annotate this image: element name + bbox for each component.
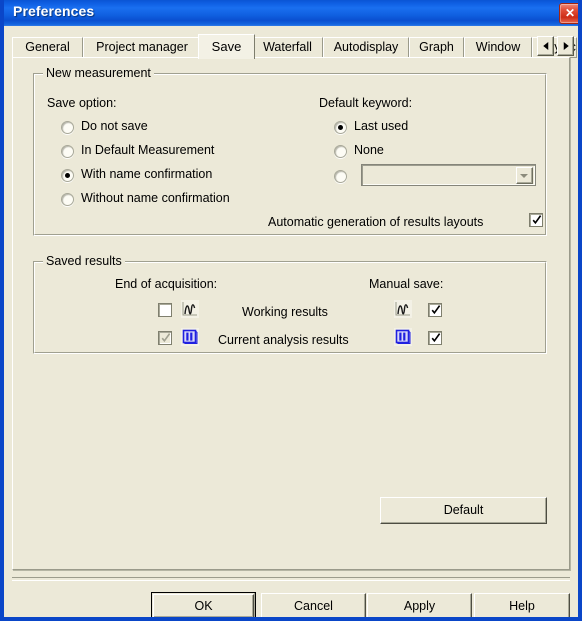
tab-autodisplay[interactable]: Autodisplay bbox=[323, 37, 409, 58]
group-saved-results-title: Saved results bbox=[43, 254, 125, 268]
keyword-combobox-dropdown-button[interactable] bbox=[516, 167, 533, 184]
auto-layouts-label: Automatic generation of results layouts bbox=[268, 215, 484, 229]
tab-waterfall[interactable]: Waterfall bbox=[252, 37, 323, 58]
tab-general[interactable]: General bbox=[12, 37, 83, 58]
tab-graph[interactable]: Graph bbox=[409, 37, 464, 58]
close-icon: ✕ bbox=[564, 6, 576, 20]
close-button[interactable]: ✕ bbox=[559, 3, 578, 24]
chevron-down-icon bbox=[520, 174, 528, 178]
radio-indicator bbox=[61, 193, 74, 206]
radio-indicator bbox=[61, 121, 74, 134]
check-icon bbox=[532, 213, 542, 227]
working-results-end-checkbox[interactable] bbox=[158, 303, 172, 317]
tab-scroll-right-button[interactable] bbox=[557, 36, 574, 56]
default-button-label: Default bbox=[443, 503, 484, 517]
group-saved-results: Saved results End of acquisition: Manual… bbox=[33, 254, 547, 354]
radio-indicator bbox=[61, 145, 74, 158]
check-icon bbox=[431, 331, 441, 345]
tab-save[interactable]: Save bbox=[198, 34, 255, 59]
radio-label: None bbox=[354, 143, 384, 157]
radio-label: In Default Measurement bbox=[81, 143, 215, 157]
ok-button[interactable]: OK bbox=[151, 592, 256, 617]
check-icon bbox=[161, 331, 171, 345]
cancel-button[interactable]: Cancel bbox=[261, 593, 366, 617]
check-icon bbox=[431, 303, 441, 317]
auto-layouts-checkbox[interactable] bbox=[529, 213, 543, 227]
analysis-results-icon bbox=[181, 328, 199, 346]
analysis-results-manual-checkbox[interactable] bbox=[428, 331, 442, 345]
tab-page-save: New measurement Save option: Do not save… bbox=[12, 57, 570, 570]
working-results-label: Working results bbox=[242, 305, 328, 319]
default-button[interactable]: Default bbox=[380, 497, 547, 524]
analysis-results-label: Current analysis results bbox=[218, 333, 349, 347]
working-results-icon bbox=[181, 300, 199, 318]
apply-button-label: Apply bbox=[403, 599, 436, 613]
radio-label: Last used bbox=[354, 119, 409, 133]
group-new-measurement-title: New measurement bbox=[43, 66, 154, 80]
radio-label: Without name confirmation bbox=[81, 191, 230, 205]
tab-window[interactable]: Window bbox=[464, 37, 532, 58]
group-new-measurement: New measurement Save option: Do not save… bbox=[33, 66, 547, 236]
help-button[interactable]: Help bbox=[474, 593, 570, 617]
window-title: Preferences bbox=[13, 3, 95, 19]
ok-button-label: OK bbox=[194, 599, 213, 613]
tab-project-manager[interactable]: Project manager bbox=[83, 37, 201, 58]
radio-indicator bbox=[334, 170, 347, 183]
default-keyword-label: Default keyword: bbox=[319, 96, 413, 110]
apply-button[interactable]: Apply bbox=[367, 593, 472, 617]
analysis-results-end-checkbox bbox=[158, 331, 172, 345]
keyword-combobox[interactable] bbox=[361, 164, 536, 186]
chevron-right-icon bbox=[563, 42, 569, 50]
radio-indicator bbox=[334, 121, 347, 134]
manual-save-column-label: Manual save: bbox=[369, 277, 444, 291]
help-button-label: Help bbox=[509, 599, 535, 613]
end-of-acquisition-column-label: End of acquisition: bbox=[115, 277, 218, 291]
radio-label: With name confirmation bbox=[81, 167, 213, 181]
tab-strip: General Project manager Save Waterfall A… bbox=[12, 34, 577, 59]
preferences-dialog: Preferences ✕ General Project manager Sa… bbox=[0, 0, 582, 621]
dialog-client-area: General Project manager Save Waterfall A… bbox=[4, 26, 578, 617]
radio-indicator bbox=[61, 169, 74, 182]
working-results-manual-checkbox[interactable] bbox=[428, 303, 442, 317]
radio-label: Do not save bbox=[81, 119, 148, 133]
save-option-label: Save option: bbox=[47, 96, 117, 110]
working-results-icon-manual bbox=[394, 300, 412, 318]
title-bar: Preferences ✕ bbox=[4, 0, 578, 26]
radio-indicator bbox=[334, 145, 347, 158]
button-bar-separator bbox=[12, 577, 570, 581]
chevron-left-icon bbox=[542, 42, 548, 50]
tab-scroll-left-button[interactable] bbox=[537, 36, 554, 56]
cancel-button-label: Cancel bbox=[294, 599, 333, 613]
analysis-results-icon-manual bbox=[394, 328, 412, 346]
